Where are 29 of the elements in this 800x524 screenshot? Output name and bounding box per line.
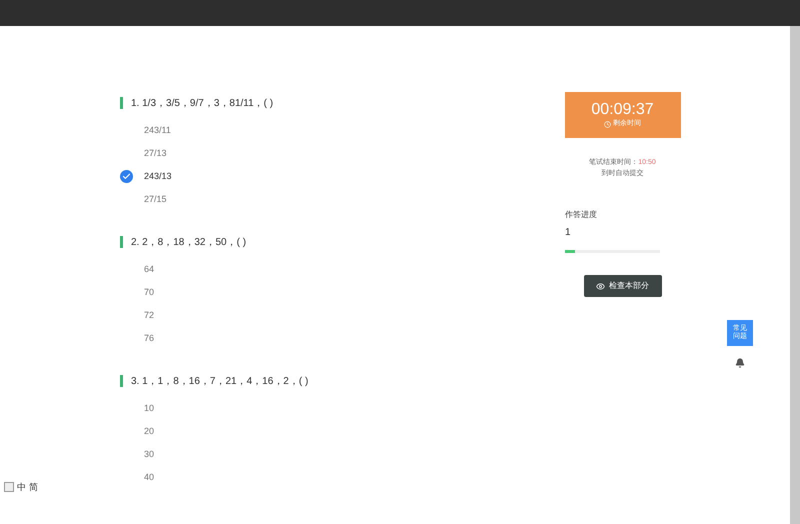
answer-option[interactable]: 20 bbox=[144, 424, 154, 438]
question-marker bbox=[120, 236, 123, 248]
check-section-button[interactable]: 检查本部分 bbox=[584, 275, 662, 297]
answer-option[interactable]: 27/13 bbox=[144, 146, 167, 160]
answer-option[interactable]: 243/13 bbox=[144, 170, 172, 184]
answer-option[interactable]: 76 bbox=[144, 332, 154, 346]
ime-mode-toggle[interactable]: 中 bbox=[17, 480, 26, 494]
question-title: 2. 2，8，18，32，50，( ) bbox=[131, 236, 246, 250]
question-marker bbox=[120, 375, 123, 387]
clock-icon bbox=[604, 120, 611, 128]
answer-option[interactable]: 10 bbox=[144, 402, 154, 416]
answer-option[interactable]: 30 bbox=[144, 448, 154, 462]
answer-option[interactable]: 243/11 bbox=[144, 124, 171, 138]
question-title: 1. 1/3，3/5，9/7，3，81/11，( ) bbox=[131, 96, 274, 110]
answer-option[interactable]: 40 bbox=[144, 470, 154, 484]
eye-icon bbox=[596, 282, 605, 290]
progress-count: 1 bbox=[565, 226, 572, 240]
answer-option[interactable]: 27/15 bbox=[144, 192, 167, 206]
ime-mode-toggle[interactable]: 简 bbox=[29, 480, 38, 494]
bell-icon[interactable] bbox=[735, 358, 745, 368]
ime-logo-icon[interactable] bbox=[4, 482, 14, 492]
answer-option[interactable]: 72 bbox=[144, 308, 154, 322]
question-title: 3. 1，1，8，16，7，21，4，16，2，( ) bbox=[131, 374, 308, 388]
question-marker bbox=[120, 97, 123, 109]
scrollbar[interactable] bbox=[790, 26, 800, 524]
answer-option[interactable]: 70 bbox=[144, 286, 154, 300]
answer-option[interactable]: 64 bbox=[144, 262, 154, 276]
progress-label: 作答进度 bbox=[565, 209, 598, 221]
timer-time: 00:09:37 bbox=[591, 100, 654, 119]
